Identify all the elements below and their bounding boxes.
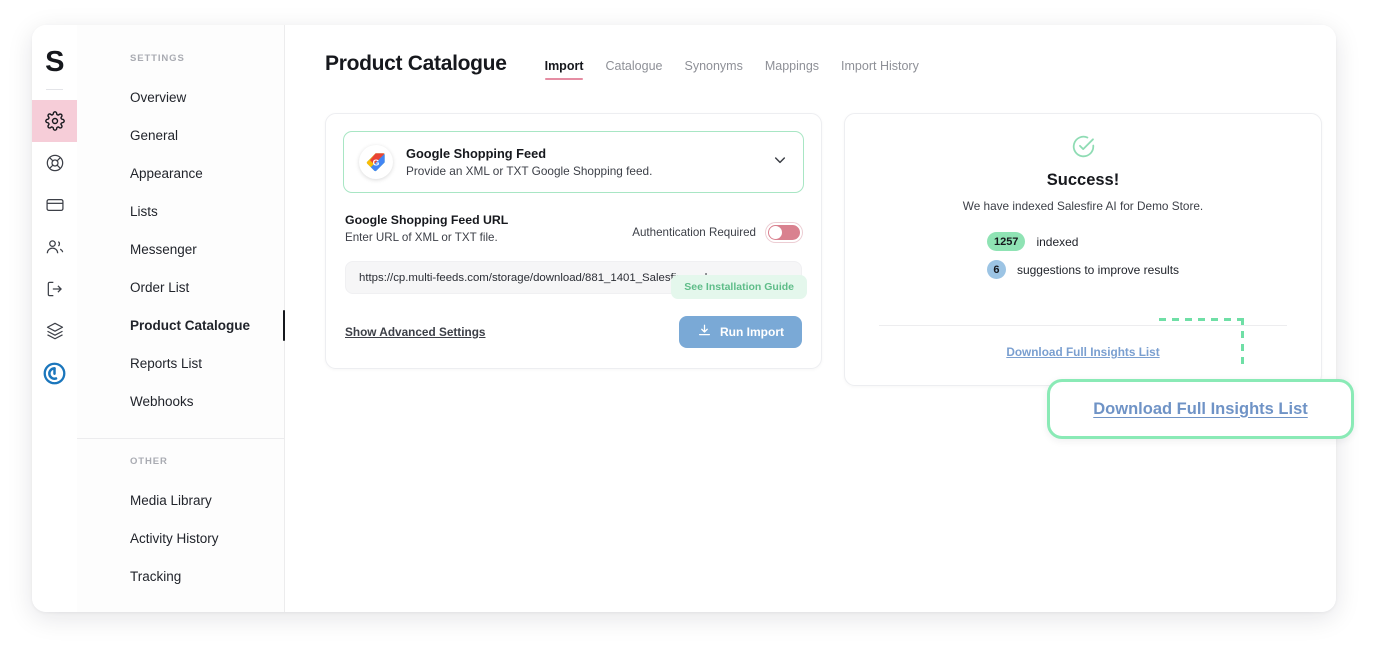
tab-import[interactable]: Import <box>544 59 583 80</box>
see-installation-guide-button[interactable]: See Installation Guide <box>671 275 807 299</box>
chevron-down-icon[interactable] <box>772 152 788 173</box>
auth-required-label: Authentication Required <box>632 226 756 239</box>
settings-sidebar: SETTINGS Overview General Appearance Lis… <box>77 25 285 612</box>
run-import-button[interactable]: Run Import <box>679 316 802 348</box>
stat-label: suggestions to improve results <box>1016 262 1180 277</box>
sidebar-item-label: Activity History <box>130 530 219 546</box>
sidebar-item-product-catalogue[interactable]: Product Catalogue <box>77 306 285 344</box>
run-import-label: Run Import <box>720 325 784 339</box>
sidebar-section-settings: SETTINGS <box>130 53 185 64</box>
feed-source-name: Google Shopping Feed <box>406 146 547 161</box>
annotation-connector-vertical <box>1241 318 1244 370</box>
auth-required-toggle[interactable] <box>766 223 802 242</box>
tab-synonyms[interactable]: Synonyms <box>684 59 742 80</box>
sidebar-item-activity-history[interactable]: Activity History <box>77 519 284 557</box>
tab-mappings[interactable]: Mappings <box>765 59 819 80</box>
annotation-callout: Download Full Insights List <box>1047 379 1354 439</box>
success-footer: Download Full Insights List <box>845 326 1321 385</box>
sidebar-item-label: General <box>130 127 179 143</box>
download-full-insights-link[interactable]: Download Full Insights List <box>1006 345 1159 359</box>
sidebar-item-reports-list[interactable]: Reports List <box>77 344 284 382</box>
status-badge: 6 <box>986 260 1006 279</box>
layers-icon[interactable] <box>32 310 77 352</box>
download-icon <box>697 323 712 341</box>
url-label-row: Google Shopping Feed URL Enter URL of XM… <box>345 213 802 244</box>
rail-divider <box>46 89 63 90</box>
feed-url-hint: Enter URL of XML or TXT file. <box>345 231 498 244</box>
success-column: Success! We have indexed Salesfire AI fo… <box>844 113 1322 386</box>
sidebar-item-general[interactable]: General <box>77 116 284 154</box>
feed-settings-body: See Installation Guide Google Shopping F… <box>326 193 821 299</box>
sidebar-item-label: Product Catalogue <box>130 317 251 333</box>
sidebar-item-label: Appearance <box>130 165 203 181</box>
feed-source-description: Provide an XML or TXT Google Shopping fe… <box>406 164 653 178</box>
credit-card-icon[interactable] <box>32 184 77 226</box>
feed-source-text: Google Shopping Feed Provide an XML or T… <box>406 146 759 178</box>
gear-icon[interactable] <box>32 100 77 142</box>
icon-rail: S <box>32 25 77 612</box>
google-shopping-icon: G <box>359 145 393 179</box>
annotation-callout-label[interactable]: Download Full Insights List <box>1093 400 1308 419</box>
power-logo-icon[interactable] <box>32 352 77 394</box>
import-panel: G Google Shopping Feed Provide an XML or… <box>325 113 822 369</box>
sidebar-item-label: Media Library <box>130 492 212 508</box>
stat-row: 6 suggestions to improve results <box>986 260 1180 279</box>
status-badge: 1257 <box>986 232 1026 251</box>
sidebar-item-label: Reports List <box>130 355 203 371</box>
success-panel: Success! We have indexed Salesfire AI fo… <box>844 113 1322 386</box>
content-columns: G Google Shopping Feed Provide an XML or… <box>325 113 1322 386</box>
success-subtitle: We have indexed Salesfire AI for Demo St… <box>962 199 1204 213</box>
sidebar-item-appearance[interactable]: Appearance <box>77 154 284 192</box>
sidebar-item-overview[interactable]: Overview <box>77 78 284 116</box>
sidebar-item-label: Lists <box>130 203 158 219</box>
sidebar-item-label: Tracking <box>130 568 182 584</box>
show-advanced-settings-link[interactable]: Show Advanced Settings <box>345 325 486 339</box>
sidebar-item-lists[interactable]: Lists <box>77 192 284 230</box>
svg-text:G: G <box>373 157 380 167</box>
success-check-icon <box>1071 135 1096 163</box>
stat-label: indexed <box>1036 234 1079 249</box>
import-column: G Google Shopping Feed Provide an XML or… <box>325 113 822 369</box>
sidebar-item-label: Order List <box>130 279 190 295</box>
page-title: Product Catalogue <box>325 52 507 75</box>
sidebar-item-messenger[interactable]: Messenger <box>77 230 284 268</box>
sidebar-item-order-list[interactable]: Order List <box>77 268 284 306</box>
stat-row: 1257 indexed <box>986 232 1179 251</box>
tab-bar: Import Catalogue Synonyms Mappings Impor… <box>544 59 919 80</box>
page-header: Product Catalogue Import Catalogue Synon… <box>325 52 1322 80</box>
sidebar-item-webhooks[interactable]: Webhooks <box>77 382 284 420</box>
sidebar-divider <box>77 438 284 439</box>
sidebar-item-label: Overview <box>130 89 187 105</box>
success-stats: 1257 indexed 6 suggestions to improve re… <box>986 232 1180 288</box>
sidebar-section-other: OTHER <box>130 456 168 467</box>
success-content: Success! We have indexed Salesfire AI fo… <box>845 114 1321 314</box>
url-labels: Google Shopping Feed URL Enter URL of XM… <box>345 213 508 244</box>
brand-logo: S <box>45 45 64 78</box>
toggle-knob <box>769 226 782 239</box>
feed-url-label: Google Shopping Feed URL <box>345 213 509 227</box>
sidebar-item-label: Webhooks <box>130 393 194 409</box>
tab-catalogue[interactable]: Catalogue <box>605 59 662 80</box>
app-window: S SETTINGS Overview General Appearance L… <box>32 25 1336 612</box>
import-panel-footer: Show Advanced Settings Run Import <box>326 294 821 368</box>
users-icon[interactable] <box>32 226 77 268</box>
sidebar-item-media-library[interactable]: Media Library <box>77 481 284 519</box>
auth-required-control: Authentication Required <box>632 223 802 242</box>
sidebar-item-tracking[interactable]: Tracking <box>77 557 284 595</box>
success-title: Success! <box>1046 171 1120 189</box>
logout-icon[interactable] <box>32 268 77 310</box>
lifebuoy-icon[interactable] <box>32 142 77 184</box>
annotation-connector-horizontal <box>1159 318 1243 321</box>
sidebar-item-label: Messenger <box>130 241 197 257</box>
feed-source-selector[interactable]: G Google Shopping Feed Provide an XML or… <box>343 131 804 193</box>
tab-import-history[interactable]: Import History <box>841 59 919 80</box>
